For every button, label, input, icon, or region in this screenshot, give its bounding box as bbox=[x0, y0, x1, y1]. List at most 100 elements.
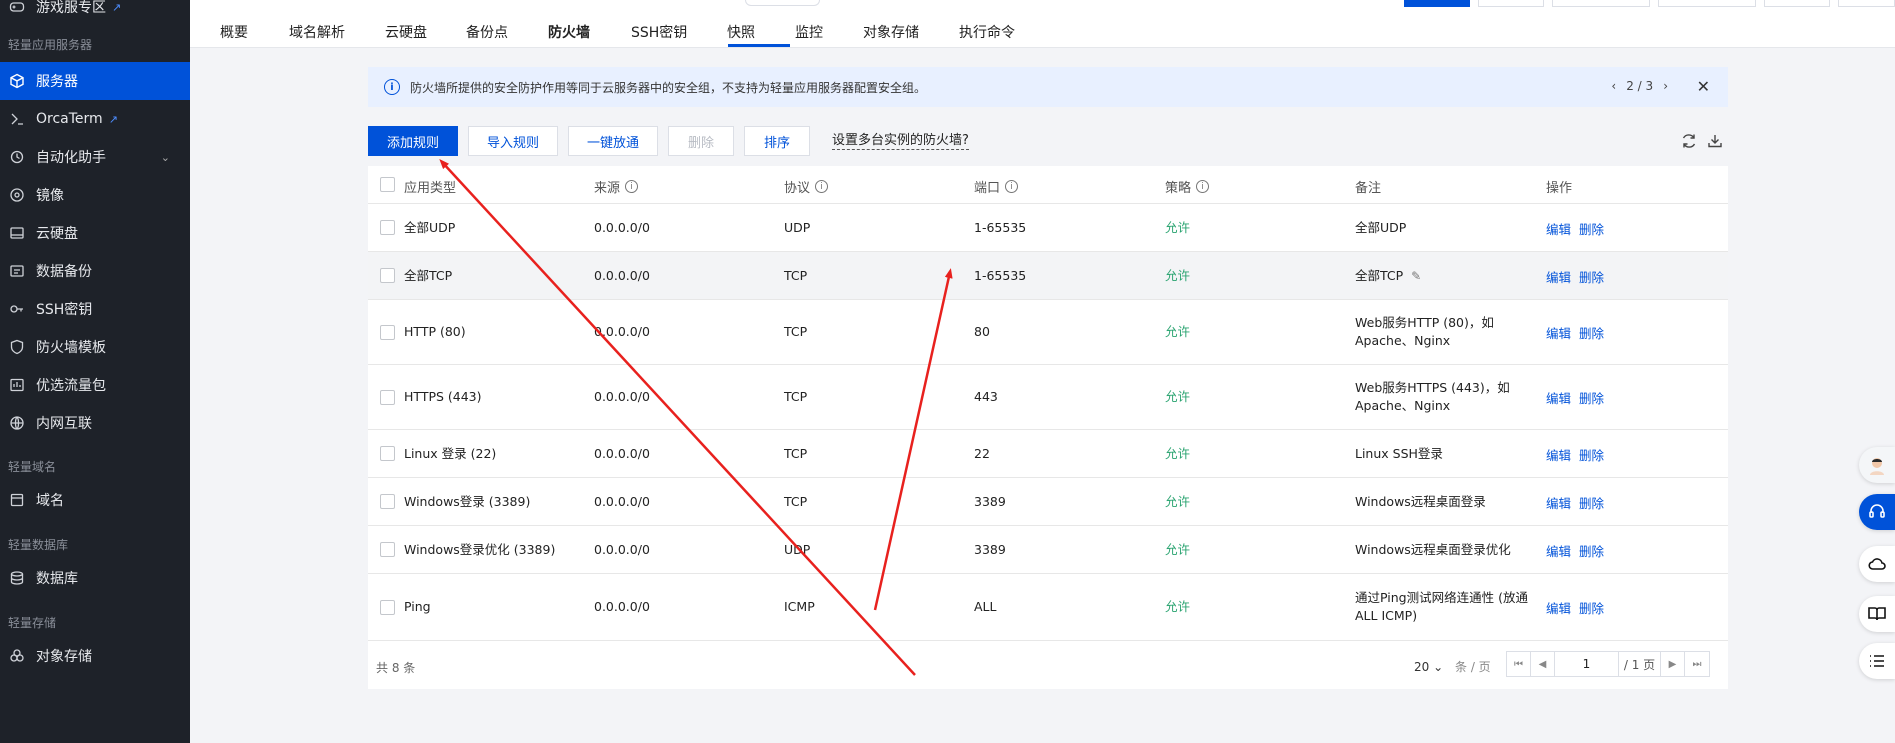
external-link-icon: ↗ bbox=[108, 112, 118, 126]
table-row: 全部TCP 0.0.0.0/0 TCP 1-65535 允许 全部TCP ✎ 编辑… bbox=[368, 252, 1728, 300]
help-icon[interactable]: i bbox=[815, 180, 829, 193]
sidebar-item-intranet[interactable]: 内网互联 bbox=[0, 404, 190, 442]
tab-snapshot[interactable]: 快照 bbox=[727, 22, 755, 42]
top-action-button[interactable] bbox=[1838, 0, 1895, 7]
tab-object-storage[interactable]: 对象存储 bbox=[863, 22, 919, 42]
row-checkbox[interactable] bbox=[380, 325, 395, 340]
tab-cloud-disk[interactable]: 云硬盘 bbox=[385, 22, 427, 42]
help-icon[interactable]: i bbox=[625, 180, 639, 193]
close-icon[interactable]: ✕ bbox=[1697, 77, 1710, 96]
download-icon[interactable] bbox=[1706, 132, 1724, 150]
sidebar-item-object-storage[interactable]: 对象存储 bbox=[0, 637, 190, 675]
domain-icon bbox=[8, 491, 26, 509]
cell-source: 0.0.0.0/0 bbox=[594, 494, 650, 509]
edit-link[interactable]: 编辑 bbox=[1546, 493, 1571, 512]
top-action-button[interactable] bbox=[1764, 0, 1830, 7]
row-checkbox[interactable] bbox=[380, 220, 395, 235]
tab-firewall[interactable]: 防火墙 bbox=[548, 22, 590, 42]
delete-link[interactable]: 删除 bbox=[1579, 598, 1604, 617]
cloud-button[interactable] bbox=[1859, 546, 1895, 582]
chevron-right-icon[interactable]: › bbox=[1663, 79, 1668, 93]
top-partial-control[interactable] bbox=[745, 0, 820, 6]
page-input[interactable]: 1 bbox=[1555, 652, 1619, 676]
edit-link[interactable]: 编辑 bbox=[1546, 388, 1571, 407]
select-all-checkbox[interactable] bbox=[380, 177, 395, 192]
banner-text: 防火墙所提供的安全防护作用等同于云服务器中的安全组，不支持为轻量应用服务器配置安… bbox=[410, 80, 927, 95]
customer-service-button[interactable] bbox=[1859, 494, 1895, 530]
sort-button[interactable]: 排序 bbox=[744, 126, 810, 156]
delete-link[interactable]: 删除 bbox=[1579, 323, 1604, 342]
delete-link[interactable]: 删除 bbox=[1579, 219, 1604, 238]
sidebar-item-traffic-package[interactable]: 优选流量包 bbox=[0, 366, 190, 404]
cell-protocol: UDP bbox=[784, 542, 811, 557]
sidebar-item-domain[interactable]: 域名 bbox=[0, 481, 190, 519]
top-action-button[interactable] bbox=[1658, 0, 1756, 7]
cell-protocol: TCP bbox=[784, 494, 808, 509]
sidebar-item-game-zone[interactable]: 游戏服专区 ↗ bbox=[0, 0, 190, 26]
edit-link[interactable]: 编辑 bbox=[1546, 598, 1571, 617]
row-checkbox[interactable] bbox=[380, 494, 395, 509]
delete-link[interactable]: 删除 bbox=[1579, 445, 1604, 464]
tab-overview[interactable]: 概要 bbox=[220, 22, 248, 42]
multi-instance-firewall-link[interactable]: 设置多台实例的防火墙? bbox=[832, 133, 969, 150]
cell-app-type: Windows登录 (3389) bbox=[404, 494, 531, 509]
first-page-icon[interactable]: ⏮ bbox=[1507, 652, 1531, 676]
row-checkbox[interactable] bbox=[380, 446, 395, 461]
sidebar-item-image[interactable]: 镜像 bbox=[0, 176, 190, 214]
sidebar-item-orcaterm[interactable]: OrcaTerm ↗ bbox=[0, 100, 190, 138]
tab-monitor[interactable]: 监控 bbox=[795, 22, 823, 42]
tab-dns[interactable]: 域名解析 bbox=[289, 22, 345, 42]
next-page-icon[interactable]: ▶ bbox=[1661, 652, 1685, 676]
cell-app-type: Ping bbox=[404, 599, 431, 614]
chevron-left-icon[interactable]: ‹ bbox=[1611, 79, 1616, 93]
delete-button[interactable]: 删除 bbox=[668, 126, 734, 156]
row-checkbox[interactable] bbox=[380, 542, 395, 557]
support-avatar[interactable] bbox=[1859, 447, 1895, 483]
delete-link[interactable]: 删除 bbox=[1579, 493, 1604, 512]
edit-link[interactable]: 编辑 bbox=[1546, 323, 1571, 342]
last-page-icon[interactable]: ⏭ bbox=[1685, 652, 1709, 676]
pencil-icon[interactable]: ✎ bbox=[1411, 267, 1421, 285]
docs-button[interactable] bbox=[1859, 596, 1895, 632]
prev-page-icon[interactable]: ◀ bbox=[1531, 652, 1555, 676]
sidebar-item-database[interactable]: 数据库 bbox=[0, 559, 190, 597]
row-checkbox[interactable] bbox=[380, 268, 395, 283]
cell-note: 通过Ping测试网络连通性 (放通 ALL ICMP) bbox=[1355, 590, 1528, 623]
cell-policy: 允许 bbox=[1165, 542, 1191, 557]
page-size-select[interactable]: 20 ⌄ 条 / 页 bbox=[1414, 658, 1491, 675]
cell-note: Linux SSH登录 bbox=[1355, 446, 1443, 461]
sidebar-item-ssh-key[interactable]: SSH密钥 bbox=[0, 290, 190, 328]
tab-backup-point[interactable]: 备份点 bbox=[466, 22, 508, 42]
top-action-button[interactable] bbox=[1478, 0, 1544, 7]
top-action-button[interactable] bbox=[1552, 0, 1650, 7]
delete-link[interactable]: 删除 bbox=[1579, 267, 1604, 286]
sidebar-item-firewall-template[interactable]: 防火墙模板 bbox=[0, 328, 190, 366]
edit-link[interactable]: 编辑 bbox=[1546, 219, 1571, 238]
sidebar-item-automation[interactable]: 自动化助手 ⌄ bbox=[0, 138, 190, 176]
help-icon[interactable]: i bbox=[1196, 180, 1210, 193]
cell-port: 1-65535 bbox=[974, 268, 1027, 283]
sidebar-item-label: 对象存储 bbox=[36, 649, 92, 665]
open-all-button[interactable]: 一键放通 bbox=[568, 126, 658, 156]
delete-link[interactable]: 删除 bbox=[1579, 388, 1604, 407]
menu-button[interactable] bbox=[1859, 643, 1895, 679]
help-icon[interactable]: i bbox=[1005, 180, 1019, 193]
refresh-icon[interactable] bbox=[1680, 132, 1698, 150]
top-action-button[interactable] bbox=[1404, 0, 1470, 7]
cell-protocol: TCP bbox=[784, 324, 808, 339]
tab-ssh-key[interactable]: SSH密钥 bbox=[631, 22, 687, 42]
import-rules-button[interactable]: 导入规则 bbox=[468, 126, 558, 156]
row-checkbox[interactable] bbox=[380, 600, 395, 615]
add-rule-button[interactable]: 添加规则 bbox=[368, 126, 458, 156]
sidebar-item-backup[interactable]: 数据备份 bbox=[0, 252, 190, 290]
edit-link[interactable]: 编辑 bbox=[1546, 541, 1571, 560]
delete-link[interactable]: 删除 bbox=[1579, 541, 1604, 560]
edit-link[interactable]: 编辑 bbox=[1546, 267, 1571, 286]
sidebar-item-server[interactable]: 服务器 bbox=[0, 62, 190, 100]
edit-link[interactable]: 编辑 bbox=[1546, 445, 1571, 464]
row-checkbox[interactable] bbox=[380, 390, 395, 405]
cell-note: Web服务HTTPS (443)，如 Apache、Nginx bbox=[1355, 380, 1510, 413]
sidebar-group-label: 轻量应用服务器 bbox=[8, 38, 93, 52]
tab-exec-command[interactable]: 执行命令 bbox=[959, 22, 1015, 42]
sidebar-item-cloud-disk[interactable]: 云硬盘 bbox=[0, 214, 190, 252]
